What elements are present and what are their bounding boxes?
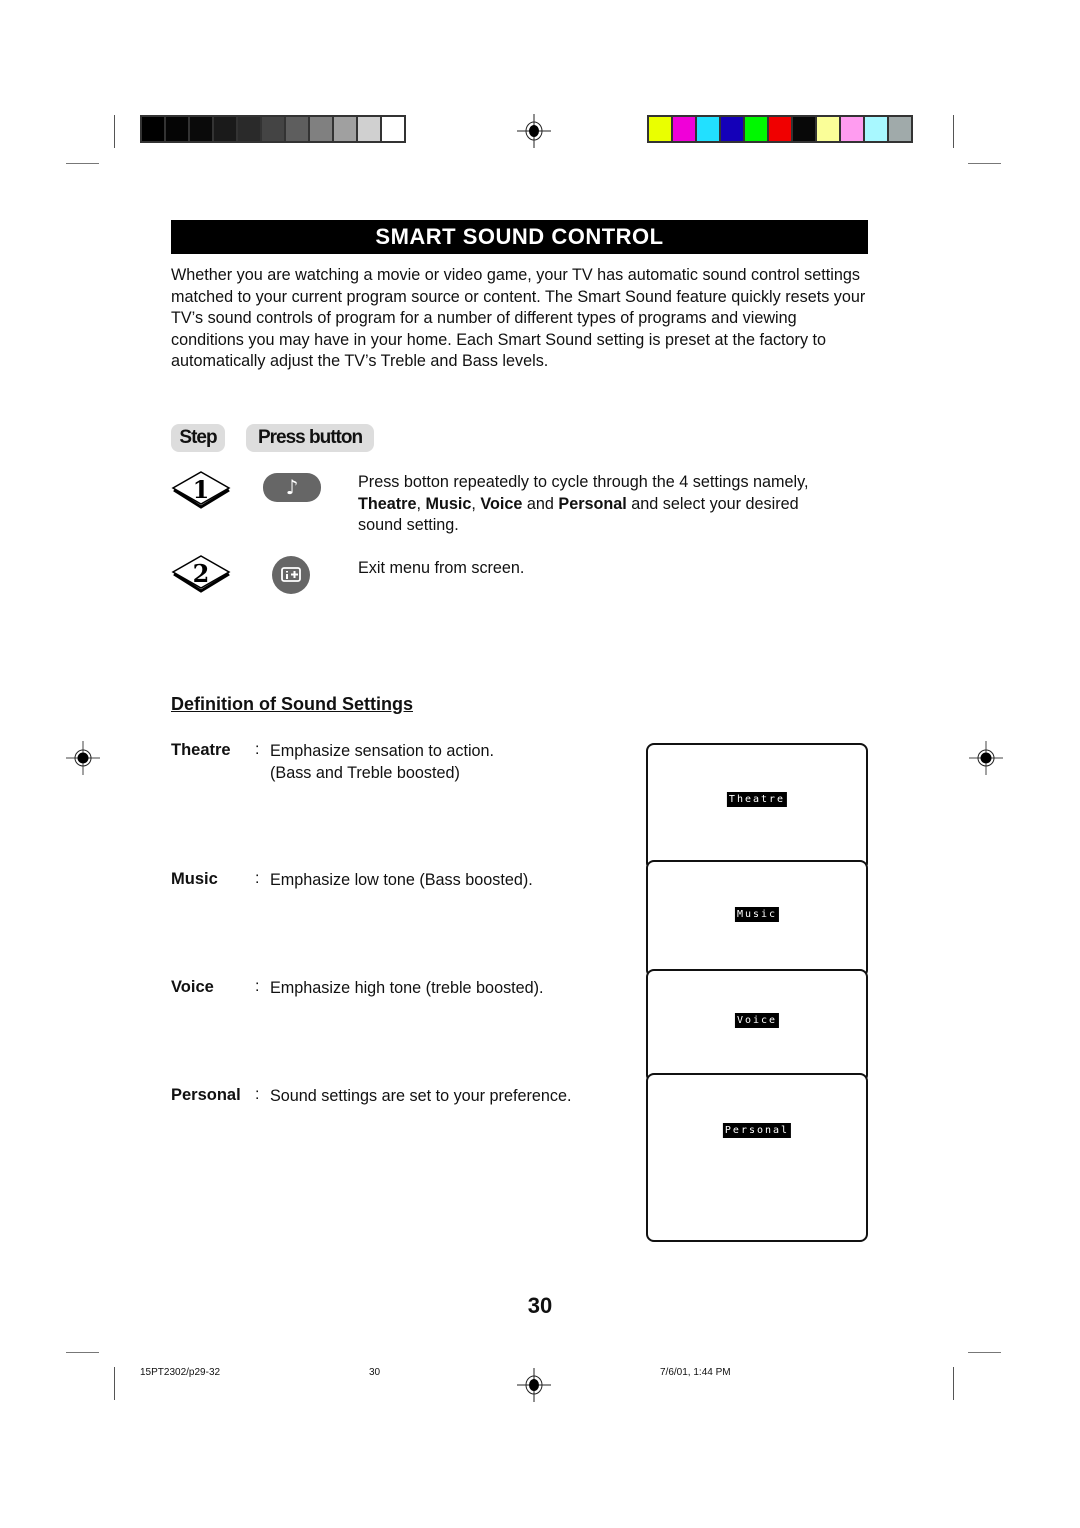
tv-screen-theatre: Theatre (646, 743, 868, 871)
crop-mark (66, 1352, 99, 1353)
step-number-badge: 2 (171, 555, 231, 593)
color-swatch (214, 117, 236, 141)
crop-mark (66, 163, 99, 164)
color-swatch (382, 117, 404, 141)
crop-mark (953, 115, 954, 148)
color-swatch (238, 117, 260, 141)
color-swatch (142, 117, 164, 141)
info-exit-button (272, 556, 310, 594)
footer-page: 30 (369, 1367, 381, 1378)
title-initial: S (375, 224, 391, 249)
separator: and (522, 494, 559, 513)
color-swatch (841, 117, 863, 141)
step-number-badge: 1 (171, 471, 231, 509)
color-swatch (310, 117, 332, 141)
color-swatch (673, 117, 695, 141)
definition-colon: : (255, 741, 260, 758)
tv-screen-personal: Personal (646, 1073, 868, 1242)
color-swatch (286, 117, 308, 141)
definition-description: Emphasize low tone (Bass boosted). (270, 871, 533, 889)
osd-label: Music (734, 907, 780, 922)
footer-filename: 15PT2302/p29-32 (140, 1367, 221, 1378)
setting-name: Voice (480, 494, 523, 513)
step-1-instructions: Press botton repeatedly to cycle through… (358, 472, 838, 537)
color-swatch (334, 117, 356, 141)
setting-name: Music (425, 494, 472, 513)
crop-mark (114, 1367, 115, 1400)
registration-mark-icon (517, 1368, 551, 1402)
setting-name: Personal (558, 494, 627, 513)
definition-colon: : (255, 1086, 260, 1103)
definition-term: Theatre (171, 741, 231, 759)
osd-label: Personal (722, 1123, 792, 1138)
osd-label: Theatre (726, 792, 788, 807)
color-swatch (358, 117, 380, 141)
grayscale-calibration-bar (140, 115, 406, 143)
tv-screen-voice: Voice (646, 969, 868, 1083)
definition-colon: : (255, 870, 260, 887)
step-number: 1 (193, 475, 210, 504)
definition-term: Music (171, 870, 218, 888)
step-text: Press botton repeatedly to cycle through… (358, 473, 809, 491)
crop-mark (114, 115, 115, 148)
definition-line: (Bass and Treble boosted) (270, 763, 460, 782)
definitions-heading: Definition of Sound Settings (171, 694, 413, 714)
press-button-column-header: Press button (246, 424, 374, 452)
color-swatch (769, 117, 791, 141)
color-swatch (190, 117, 212, 141)
setting-name: Theatre (358, 494, 417, 513)
title-rest: ONTROL (567, 224, 664, 249)
color-swatch (166, 117, 188, 141)
crop-mark (968, 1352, 1001, 1353)
definition-description: Sound settings are set to your preferenc… (270, 1087, 572, 1105)
color-swatch (649, 117, 671, 141)
osd-label: Voice (734, 1013, 780, 1028)
title-initial: S (462, 224, 478, 249)
definition-colon: : (255, 978, 260, 995)
step-2-instructions: Exit menu from screen. (358, 559, 525, 577)
crop-mark (968, 163, 1001, 164)
registration-mark-icon (969, 741, 1003, 775)
title-rest: OUND (477, 224, 545, 249)
info-plus-icon (281, 567, 301, 582)
page-number: 30 (527, 1293, 553, 1318)
title-initial: C (551, 224, 568, 249)
crop-mark (953, 1367, 954, 1400)
definition-term: Voice (171, 978, 214, 996)
intro-paragraph: Whether you are watching a movie or vide… (171, 266, 866, 371)
smart-sound-button: ♪ (263, 473, 321, 502)
color-swatch (697, 117, 719, 141)
definition-term: Personal (171, 1086, 241, 1104)
color-swatch (721, 117, 743, 141)
registration-mark-icon (517, 114, 551, 148)
music-note-icon: ♪ (285, 475, 299, 499)
color-calibration-bar (647, 115, 913, 143)
step-column-header: Step (171, 424, 225, 452)
color-swatch (262, 117, 284, 141)
step-number: 2 (193, 559, 210, 588)
tv-screen-music: Music (646, 860, 868, 978)
definition-line: Emphasize sensation to action. (270, 742, 495, 760)
definition-description: Emphasize sensation to action. (Bass and… (270, 741, 494, 784)
title-rest: MART (390, 224, 457, 249)
registration-mark-icon (66, 741, 100, 775)
color-swatch (793, 117, 815, 141)
color-swatch (865, 117, 887, 141)
section-title: SMART SOUND CONTROL (171, 220, 868, 254)
footer-timestamp: 7/6/01, 1:44 PM (660, 1367, 731, 1378)
color-swatch (745, 117, 767, 141)
color-swatch (817, 117, 839, 141)
definition-description: Emphasize high tone (treble boosted). (270, 979, 544, 997)
color-swatch (889, 117, 911, 141)
